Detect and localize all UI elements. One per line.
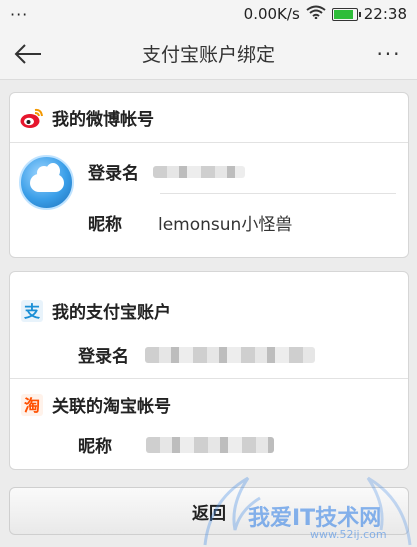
- svg-text:淘: 淘: [24, 396, 40, 415]
- taobao-icon: 淘: [20, 393, 44, 417]
- weibo-section-title: 我的微博帐号: [52, 110, 154, 130]
- avatar: [19, 155, 74, 210]
- alipay-section-title: 我的支付宝账户: [52, 303, 171, 323]
- weibo-row-divider: [160, 193, 396, 194]
- alipay-icon: 支: [20, 299, 44, 323]
- clock: 22:38: [363, 5, 407, 23]
- weibo-section-header: 我的微博帐号: [10, 93, 408, 143]
- weibo-login-label: 登录名: [88, 164, 139, 184]
- weibo-icon: [20, 106, 44, 130]
- taobao-section-title: 关联的淘宝帐号: [52, 397, 171, 417]
- weibo-login-row: 登录名: [88, 159, 245, 184]
- weibo-nickname-value: lemonsun小怪兽: [158, 215, 293, 235]
- weibo-nickname-row: 昵称 lemonsun小怪兽: [88, 210, 292, 235]
- svg-text:支: 支: [23, 302, 41, 321]
- notification-dots: ···: [10, 4, 29, 24]
- taobao-nickname-label: 昵称: [78, 437, 112, 457]
- alipay-account-card: 支 我的支付宝账户 登录名 淘 关联的淘宝帐号 昵称: [9, 271, 409, 470]
- battery-icon: [331, 7, 361, 21]
- back-button[interactable]: [0, 28, 56, 80]
- alipay-login-label: 登录名: [78, 347, 129, 367]
- taobao-nickname-row: 昵称: [78, 432, 274, 457]
- taobao-section-header: 淘 关联的淘宝帐号: [10, 392, 171, 417]
- page-title: 支付宝账户绑定: [141, 44, 275, 66]
- alipay-login-redacted: [145, 346, 315, 363]
- return-button[interactable]: 返回: [9, 487, 409, 535]
- title-bar: 支付宝账户绑定 ···: [0, 28, 417, 80]
- alipay-section-header: 支 我的支付宝账户: [10, 298, 171, 323]
- battery-fill: [333, 9, 353, 19]
- status-bar: ··· 0.00K/s 22:38: [0, 0, 417, 28]
- wifi-icon: [306, 5, 326, 23]
- network-speed: 0.00K/s: [243, 5, 300, 23]
- cloud-icon: [29, 162, 64, 192]
- status-right: 0.00K/s 22:38: [244, 5, 407, 23]
- taobao-nickname-redacted: [146, 436, 274, 453]
- weibo-login-redacted: [153, 165, 245, 178]
- weibo-account-card: 我的微博帐号 登录名 昵称 lemonsun小怪兽: [9, 92, 409, 258]
- alipay-taobao-divider: [10, 378, 408, 379]
- more-menu-button[interactable]: ···: [361, 28, 417, 80]
- alipay-login-row: 登录名: [78, 342, 315, 367]
- back-arrow-icon: [14, 43, 41, 64]
- weibo-nickname-label: 昵称: [88, 215, 122, 235]
